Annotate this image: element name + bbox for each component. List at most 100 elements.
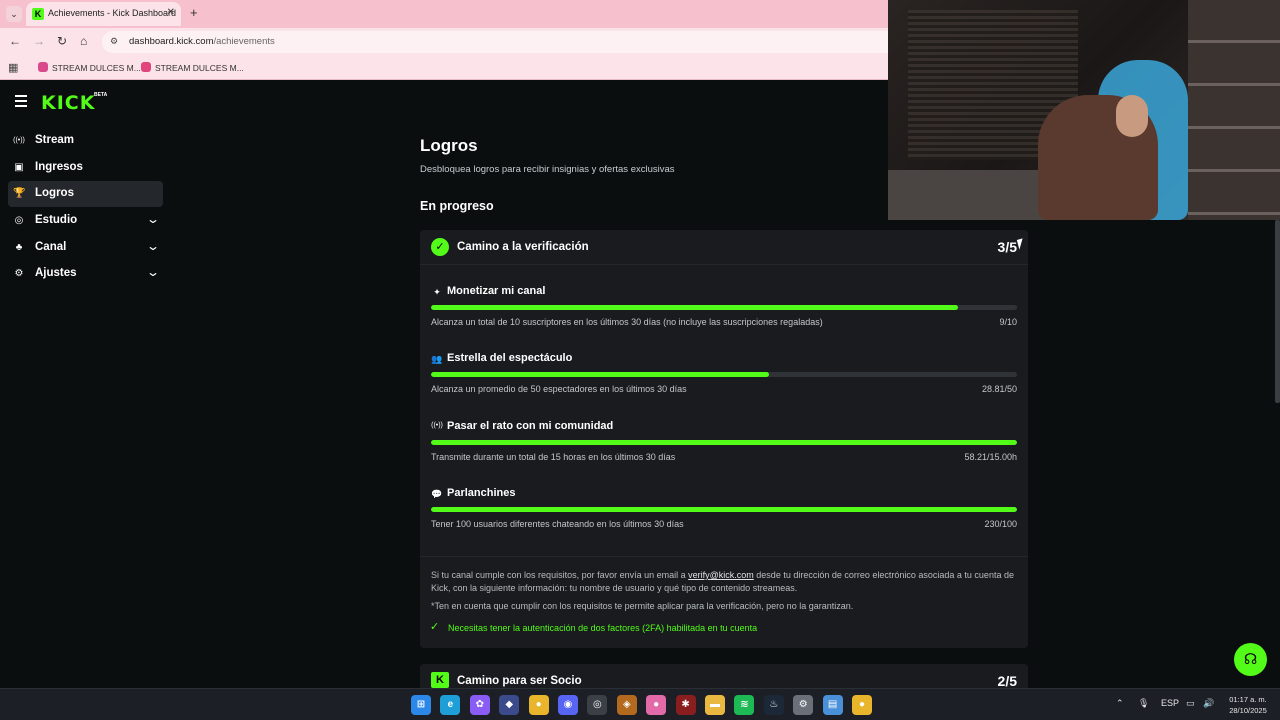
section-title: En progreso [420, 199, 494, 213]
tab-strip: ⌄ K Achievements - Kick Dashboard ✕ + [0, 0, 888, 28]
progress-bar-fill [431, 507, 1017, 512]
kick-partner-icon: K [431, 672, 449, 688]
progress-bar-fill [431, 305, 959, 310]
copilot-icon[interactable]: ✿ [469, 695, 490, 715]
verification-card: ✓ Camino a la verificación 3/5 ✦ Monetiz… [420, 230, 1028, 648]
back-icon[interactable]: ← [9, 34, 21, 48]
home-icon[interactable]: ⌂ [80, 34, 87, 48]
language-indicator[interactable]: ESP [1161, 698, 1179, 708]
viewers-icon: 👥 [431, 354, 443, 364]
menu-icon[interactable] [15, 95, 27, 110]
task-description: Tener 100 usuarios diferentes chateando … [431, 519, 684, 529]
site-info-icon[interactable]: ⚙ [110, 36, 118, 47]
url-domain: dashboard.kick.com [129, 36, 214, 47]
broadcast-icon: ((•)) [431, 422, 443, 429]
scrollbar[interactable] [1275, 220, 1280, 403]
obs-icon[interactable]: ◎ [587, 695, 608, 715]
task-hours: ((•)) Pasar el rato con mi comunidad Tra… [431, 420, 1017, 475]
task-value: 28.81/50 [981, 384, 1017, 394]
app-diamond-icon[interactable]: ◆ [499, 695, 520, 715]
app-shield-icon[interactable]: ◈ [616, 695, 637, 715]
notepad-icon[interactable]: ▤ [822, 695, 843, 715]
sidebar-item-logros[interactable]: 🏆 Logros [8, 181, 163, 208]
app-red-icon[interactable]: ✱ [675, 695, 696, 715]
chevron-down-icon[interactable]: ⌄ [146, 239, 160, 253]
windows-start-icon[interactable]: ⊞ [411, 695, 431, 715]
sparkle-icon: ✦ [433, 287, 441, 297]
task-title: Estrella del espectáculo [447, 352, 573, 364]
volume-icon[interactable]: 🔊 [1203, 698, 1214, 709]
clock[interactable]: 01:17 a. m. 28/10/2025 [1222, 694, 1274, 716]
new-tab-button[interactable]: + [190, 6, 198, 20]
chrome-icon[interactable]: ● [528, 695, 549, 715]
sidebar-item-label: Ingresos [35, 160, 83, 173]
bookmark-item[interactable]: STREAM DULCES M... [38, 62, 141, 73]
sidebar-item-label: Logros [35, 187, 74, 200]
bookmark-favicon-icon [38, 62, 48, 72]
discord-icon[interactable]: ◉ [558, 695, 578, 715]
sidebar-item-label: Ajustes [35, 267, 77, 280]
sidebar-item-stream[interactable]: ((•)) Stream [8, 128, 163, 154]
spotify-icon[interactable]: ≋ [734, 695, 755, 715]
card-header[interactable]: ✓ Camino a la verificación 3/5 [420, 230, 1028, 265]
bookmarks-bar: ▦ STREAM DULCES M... STREAM DULCES M... [0, 56, 888, 80]
progress-bar [431, 372, 1017, 377]
settings-icon[interactable]: ⚙ [793, 695, 814, 715]
task-title: Monetizar mi canal [447, 285, 546, 297]
task-description: Alcanza un promedio de 50 espectadores e… [431, 384, 687, 394]
wallet-icon: ▣ [14, 161, 24, 173]
kick-favicon-icon: K [32, 8, 44, 20]
bookmark-item[interactable]: STREAM DULCES M... [141, 62, 244, 73]
verify-email-link[interactable]: verify@kick.com [688, 570, 754, 580]
chevron-up-icon[interactable]: ⌃ [1116, 698, 1124, 709]
partner-card[interactable]: K Camino para ser Socio 2/5 [420, 664, 1028, 689]
sidebar: ((•)) Stream ▣ Ingresos 🏆 Logros ◎ Estud… [8, 128, 163, 288]
microphone-icon[interactable]: 🎙 [1138, 698, 1149, 709]
chrome-active-icon[interactable]: ● [852, 695, 872, 715]
network-icon[interactable]: ▭ [1186, 698, 1195, 709]
task-description: Transmite durante un total de 15 horas e… [431, 452, 676, 462]
sidebar-item-estudio[interactable]: ◎ Estudio ⌄ [8, 208, 163, 234]
task-value: 230/100 [984, 519, 1017, 529]
tab-achievements[interactable]: K Achievements - Kick Dashboard ✕ [26, 2, 181, 26]
clock-date: 28/10/2025 [1229, 706, 1267, 715]
forward-icon[interactable]: → [33, 34, 45, 48]
page-subtitle: Desbloquea logros para recibir insignias… [420, 164, 675, 175]
help-chat-button[interactable]: ☊ [1234, 643, 1267, 676]
sidebar-item-label: Canal [35, 240, 67, 253]
taskbar: ⊞ e ✿ ◆ ● ◉ ◎ ◈ ● ✱ ▬ ≋ ♨ ⚙ ▤ ● ⌃ 🎙 ESP ▭ 🔊 01:17 a. m.… [0, 688, 1280, 720]
card-title: Camino a la verificación [457, 241, 589, 253]
task-value: 9/10 [999, 317, 1017, 327]
sidebar-item-label: Estudio [35, 214, 78, 227]
task-chatters: 💬 Parlanchines Tener 100 usuarios difere… [431, 487, 1017, 542]
webcam-person-head [1116, 95, 1148, 137]
progress-bar [431, 305, 1017, 310]
task-monetize: ✦ Monetizar mi canal Alcanza un total de… [431, 285, 1017, 340]
steam-icon[interactable]: ♨ [763, 695, 784, 715]
verified-badge-icon: ✓ [431, 238, 449, 256]
file-explorer-icon[interactable]: ▬ [705, 695, 725, 715]
progress-bar-fill [431, 372, 769, 377]
sidebar-item-ingresos[interactable]: ▣ Ingresos [8, 155, 163, 181]
chevron-down-icon[interactable]: ⌄ [146, 265, 160, 279]
sidebar-item-canal[interactable]: ♣ Canal ⌄ [8, 235, 163, 261]
address-bar[interactable]: ⚙ dashboard.kick.com/achievements [102, 31, 888, 53]
card-title: Camino para ser Socio [457, 675, 582, 687]
reload-icon[interactable]: ↻ [57, 34, 67, 48]
task-title: Pasar el rato con mi comunidad [447, 420, 614, 432]
app-pink-icon[interactable]: ● [646, 695, 667, 715]
channel-icon: ♣ [15, 241, 23, 253]
close-icon[interactable]: ✕ [167, 7, 175, 18]
chevron-down-icon[interactable]: ⌄ [146, 212, 160, 226]
edge-icon[interactable]: e [440, 695, 461, 715]
apps-grid-icon[interactable]: ▦ [8, 61, 18, 74]
tab-title: Achievements - Kick Dashboard [48, 8, 177, 18]
bookmark-label: STREAM DULCES M... [52, 63, 141, 73]
trophy-icon: 🏆 [13, 188, 26, 200]
navigation-bar: ← → ↻ ⌂ ⚙ dashboard.kick.com/achievement… [0, 28, 888, 56]
info-text-before: Si tu canal cumple con los requisitos, p… [431, 570, 689, 580]
tab-search-button[interactable]: ⌄ [6, 6, 22, 22]
kick-logo[interactable]: KICK [41, 92, 95, 114]
clock-time: 01:17 a. m. [1229, 695, 1267, 704]
sidebar-item-ajustes[interactable]: ⚙ Ajustes ⌄ [8, 261, 163, 287]
